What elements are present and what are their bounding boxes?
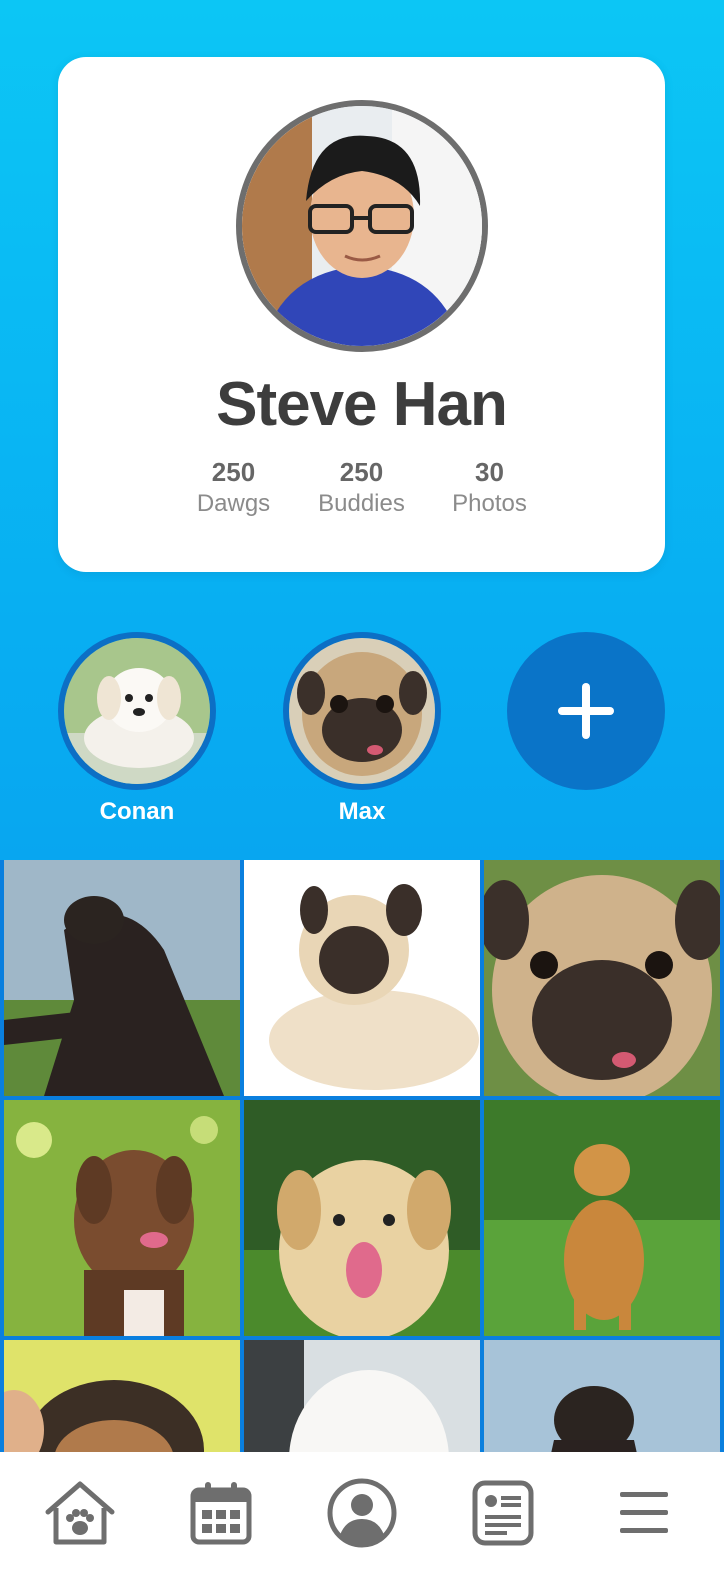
stat-photos[interactable]: 30 Photos (445, 457, 535, 518)
stat-value: 30 (475, 457, 504, 487)
profile-name: Steve Han (216, 370, 508, 439)
pet-max[interactable]: Max (283, 632, 441, 826)
pet-name: Conan (99, 798, 175, 825)
stat-buddies[interactable]: 250 Buddies (317, 457, 407, 518)
tab-home[interactable] (40, 1473, 120, 1553)
pet-conan[interactable]: Conan (58, 632, 216, 826)
plus-icon (558, 683, 614, 739)
profile-card: Steve Han 250 Dawgs 250 Buddies 30 Photo… (58, 57, 665, 572)
photo-thumbnail[interactable] (484, 1100, 720, 1336)
tab-calendar[interactable] (181, 1473, 261, 1553)
pet-name: Max (338, 798, 386, 825)
tab-news[interactable] (463, 1473, 543, 1553)
pet-avatar[interactable] (58, 632, 216, 790)
tab-menu[interactable] (604, 1473, 684, 1553)
pet-avatar[interactable] (283, 632, 441, 790)
add-pet-button[interactable] (507, 632, 665, 790)
bottom-tab-bar (0, 1452, 724, 1574)
profile-stats: 250 Dawgs 250 Buddies 30 Photos (58, 457, 665, 518)
photo-grid (0, 860, 724, 1452)
photo-thumbnail[interactable] (244, 860, 480, 1096)
stat-label: Buddies (318, 490, 405, 517)
photo-thumbnail[interactable] (4, 1100, 240, 1336)
profile-icon (327, 1478, 397, 1548)
stat-label: Dawgs (196, 490, 271, 517)
photo-thumbnail[interactable] (244, 1100, 480, 1336)
photo-thumbnail[interactable] (4, 1340, 240, 1452)
news-icon (472, 1480, 534, 1546)
menu-icon (619, 1492, 668, 1533)
photo-thumbnail[interactable] (4, 860, 240, 1096)
stat-label: Photos (452, 490, 527, 517)
photo-thumbnail[interactable] (484, 1340, 720, 1452)
stat-value: 250 (211, 457, 256, 487)
photo-thumbnail[interactable] (244, 1340, 480, 1452)
calendar-icon (190, 1482, 252, 1545)
profile-avatar[interactable] (236, 100, 488, 352)
photo-thumbnail[interactable] (484, 860, 720, 1096)
tab-profile[interactable] (322, 1473, 402, 1553)
paw-house-icon (45, 1481, 115, 1545)
stat-value: 250 (339, 457, 384, 487)
stat-dawgs[interactable]: 250 Dawgs (189, 457, 279, 518)
